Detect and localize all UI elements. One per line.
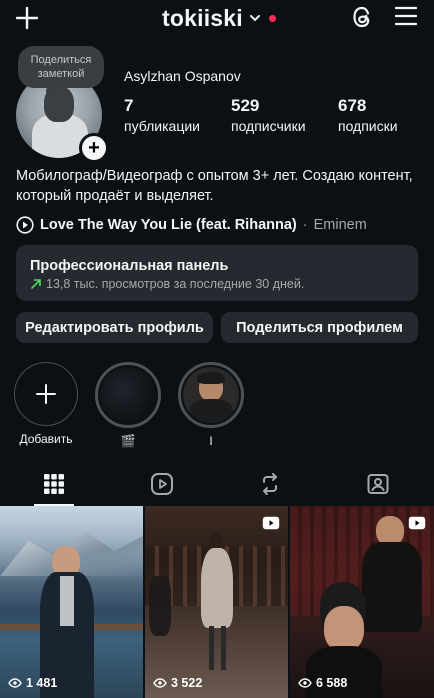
threads-icon[interactable]: [349, 4, 375, 30]
profile-song[interactable]: Love The Way You Lie (feat. Rihanna) · E…: [16, 216, 367, 234]
note-line-1: Поделиться: [30, 54, 92, 66]
stat-posts-value: 7: [124, 96, 134, 115]
reel-icon: [262, 516, 280, 530]
dashboard-title: Профессиональная панель: [30, 258, 229, 274]
dashboard-views-text: 13,8 тыс. просмотров за последние 30 дне…: [46, 277, 305, 291]
post-view-count: 6 588: [298, 676, 347, 690]
play-circle-icon[interactable]: [16, 216, 34, 234]
reel-icon: [408, 516, 426, 530]
highlight-circle[interactable]: [95, 362, 161, 428]
highlight-item[interactable]: I: [178, 362, 244, 448]
trend-up-icon: [30, 278, 42, 290]
post-thumbnail[interactable]: 1 481: [0, 506, 143, 698]
stat-followers[interactable]: 529 подписчики: [231, 96, 306, 134]
tab-tagged[interactable]: [324, 466, 432, 502]
plus-icon[interactable]: [14, 5, 40, 31]
share-profile-button[interactable]: Поделиться профилем: [221, 312, 418, 343]
eye-icon: [8, 678, 22, 688]
profile-handle[interactable]: tokiiski: [162, 5, 243, 32]
eye-icon: [298, 678, 312, 688]
stat-posts[interactable]: 7 публикации: [124, 96, 200, 134]
stat-followers-value: 529: [231, 96, 260, 115]
stat-following-value: 678: [338, 96, 367, 115]
highlight-new[interactable]: Добавить: [14, 362, 78, 446]
note-line-2: заметкой: [37, 68, 85, 80]
grid-icon: [44, 474, 64, 494]
highlight-label: Добавить: [19, 432, 73, 446]
highlight-new-circle[interactable]: [14, 362, 78, 426]
tagged-icon: [366, 472, 390, 496]
stat-following[interactable]: 678 подписки: [338, 96, 398, 134]
eye-icon: [153, 678, 167, 688]
account-switcher[interactable]: tokiiski: [162, 4, 276, 32]
post-view-count: 3 522: [153, 676, 202, 690]
tab-reposts[interactable]: [216, 466, 324, 502]
top-bar: tokiiski: [0, 0, 434, 36]
view-count-text: 1 481: [26, 676, 58, 690]
reposts-icon: [258, 472, 282, 496]
song-separator: ·: [302, 217, 308, 233]
profile-tabs: [0, 466, 434, 506]
highlight-circle[interactable]: [178, 362, 244, 428]
stat-followers-label: подписчики: [231, 118, 306, 134]
post-view-count: 1 481: [8, 676, 57, 690]
edit-profile-button[interactable]: Редактировать профиль: [16, 312, 213, 343]
view-count-text: 6 588: [316, 676, 348, 690]
stat-posts-label: публикации: [124, 118, 200, 134]
highlight-label: 🎬: [120, 434, 136, 448]
professional-dashboard[interactable]: Профессиональная панель 13,8 тыс. просмо…: [16, 245, 418, 301]
plus-icon: [35, 383, 57, 405]
bio-text: Мобилограф/Видеограф с опытом 3+ лет. Со…: [16, 168, 413, 204]
full-name: Asylzhan Ospanov: [124, 68, 241, 84]
highlight-item[interactable]: 🎬: [95, 362, 161, 448]
stat-following-label: подписки: [338, 118, 398, 134]
highlight-label: I: [209, 434, 213, 448]
hamburger-menu-icon[interactable]: [395, 6, 417, 26]
post-thumbnail[interactable]: 3 522: [145, 506, 288, 698]
song-artist: Eminem: [313, 217, 367, 233]
add-story-icon[interactable]: +: [79, 133, 109, 163]
notification-dot: [268, 14, 276, 22]
chevron-down-icon[interactable]: [249, 12, 261, 24]
share-note-bubble[interactable]: Поделиться заметкой: [18, 46, 104, 88]
post-thumbnail[interactable]: 6 588: [290, 506, 434, 698]
tab-reels[interactable]: [108, 466, 216, 502]
dashboard-subtitle: 13,8 тыс. просмотров за последние 30 дне…: [30, 277, 304, 291]
view-count-text: 3 522: [171, 676, 203, 690]
tab-grid[interactable]: [0, 466, 108, 502]
song-title: Love The Way You Lie (feat. Rihanna): [40, 217, 297, 233]
reels-icon: [150, 472, 174, 496]
